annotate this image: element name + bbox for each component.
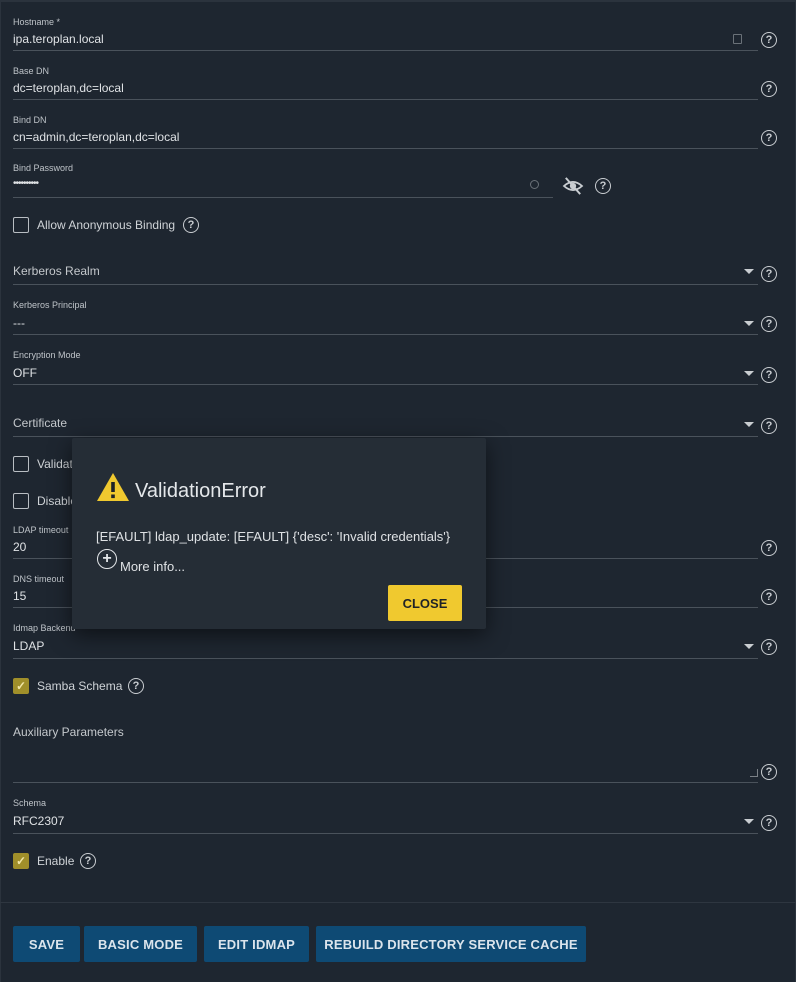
allow-anonymous-help-icon[interactable]: ? (183, 217, 199, 233)
enable-help-icon[interactable]: ? (80, 853, 96, 869)
dns-timeout-input[interactable]: 15 (13, 589, 26, 603)
chevron-down-icon (744, 422, 754, 427)
plus-circle-icon[interactable]: + (97, 549, 117, 569)
auxiliary-parameters-label: Auxiliary Parameters (13, 725, 124, 739)
warning-icon (97, 473, 129, 501)
dns-timeout-help-icon[interactable]: ? (761, 589, 777, 605)
bind-dn-field[interactable]: Bind DN cn=admin,dc=teroplan,dc=local (13, 115, 758, 151)
actions-divider (0, 902, 796, 903)
schema-label: Schema (13, 798, 47, 808)
basic-mode-button[interactable]: BASIC MODE (84, 926, 197, 962)
rebuild-directory-cache-button[interactable]: REBUILD DIRECTORY SERVICE CACHE (316, 926, 586, 962)
samba-schema-checkbox[interactable]: ✓ (13, 678, 29, 694)
ldap-timeout-help-icon[interactable]: ? (761, 540, 777, 556)
samba-schema-help-icon[interactable]: ? (128, 678, 144, 694)
hostname-help-icon[interactable]: ? (761, 32, 777, 48)
close-button[interactable]: CLOSE (388, 585, 462, 621)
hostname-input[interactable]: ipa.teroplan.local (13, 32, 104, 46)
kerberos-principal-help-icon[interactable]: ? (761, 316, 777, 332)
bind-dn-help-icon[interactable]: ? (761, 130, 777, 146)
chevron-down-icon (744, 644, 754, 649)
auxiliary-parameters-textarea[interactable]: Auxiliary Parameters (13, 725, 758, 785)
auxiliary-parameters-help-icon[interactable]: ? (761, 764, 777, 780)
chevron-down-icon (744, 371, 754, 376)
resize-handle-icon[interactable] (750, 769, 758, 777)
encryption-mode-label: Encryption Mode (13, 350, 81, 360)
hostname-label: Hostname * (13, 17, 61, 27)
chevron-down-icon (744, 269, 754, 274)
kerberos-principal-select[interactable]: Kerberos Principal --- (13, 300, 758, 336)
bind-dn-label: Bind DN (13, 115, 47, 125)
certificate-select[interactable]: Certificate (13, 415, 758, 439)
idmap-backend-help-icon[interactable]: ? (761, 639, 777, 655)
schema-select[interactable]: Schema RFC2307 (13, 798, 758, 835)
save-button[interactable]: SAVE (13, 926, 80, 962)
validate-certificates-checkbox[interactable] (13, 456, 29, 472)
chevron-down-icon (744, 321, 754, 326)
dialog-message: [EFAULT] ldap_update: [EFAULT] {'desc': … (96, 529, 451, 544)
disable-checkbox[interactable] (13, 493, 29, 509)
bind-dn-input[interactable]: cn=admin,dc=teroplan,dc=local (13, 130, 179, 144)
kerberos-realm-placeholder: Kerberos Realm (13, 264, 100, 278)
encryption-mode-help-icon[interactable]: ? (761, 367, 777, 383)
schema-help-icon[interactable]: ? (761, 815, 777, 831)
samba-schema-label: Samba Schema (37, 679, 123, 693)
ldap-timeout-input[interactable]: 20 (13, 540, 26, 554)
kerberos-realm-help-icon[interactable]: ? (761, 266, 777, 282)
dialog-title: ValidationError (135, 480, 266, 502)
hostname-field[interactable]: Hostname * ipa.teroplan.local (13, 17, 758, 53)
validate-certificates-label: Validat (37, 457, 73, 471)
idmap-backend-value: LDAP (13, 639, 45, 653)
bind-password-field[interactable]: Bind Password •••••••••• (13, 163, 553, 199)
ldap-timeout-label: LDAP timeout (13, 525, 69, 535)
more-info-link[interactable]: More info... (120, 559, 185, 574)
certificate-placeholder: Certificate (13, 416, 68, 430)
field-badge-icon (733, 34, 742, 44)
enable-checkbox[interactable]: ✓ (13, 853, 29, 869)
base-dn-help-icon[interactable]: ? (761, 81, 777, 97)
edit-idmap-button[interactable]: EDIT IDMAP (204, 926, 309, 962)
schema-value: RFC2307 (13, 814, 65, 828)
kerberos-realm-select[interactable]: Kerberos Realm (13, 262, 758, 286)
base-dn-input[interactable]: dc=teroplan,dc=local (13, 81, 124, 95)
validation-error-dialog: ValidationError [EFAULT] ldap_update: [E… (72, 438, 486, 629)
eye-off-icon[interactable] (562, 177, 584, 195)
allow-anonymous-checkbox[interactable] (13, 217, 29, 233)
allow-anonymous-label: Allow Anonymous Binding (37, 218, 176, 232)
encryption-mode-select[interactable]: Encryption Mode OFF (13, 350, 758, 386)
kerberos-principal-label: Kerberos Principal (13, 300, 87, 310)
encryption-mode-value: OFF (13, 366, 37, 380)
base-dn-field[interactable]: Base DN dc=teroplan,dc=local (13, 66, 758, 102)
key-icon (530, 180, 539, 189)
certificate-help-icon[interactable]: ? (761, 418, 777, 434)
base-dn-label: Base DN (13, 66, 50, 76)
enable-label: Enable (37, 854, 75, 868)
kerberos-principal-value: --- (13, 316, 25, 330)
bind-password-input[interactable]: •••••••••• (13, 178, 39, 189)
bind-password-label: Bind Password (13, 163, 74, 173)
dns-timeout-label: DNS timeout (13, 574, 65, 584)
chevron-down-icon (744, 819, 754, 824)
idmap-backend-label: Idmap Backend (13, 623, 76, 633)
bind-password-help-icon[interactable]: ? (595, 178, 611, 194)
